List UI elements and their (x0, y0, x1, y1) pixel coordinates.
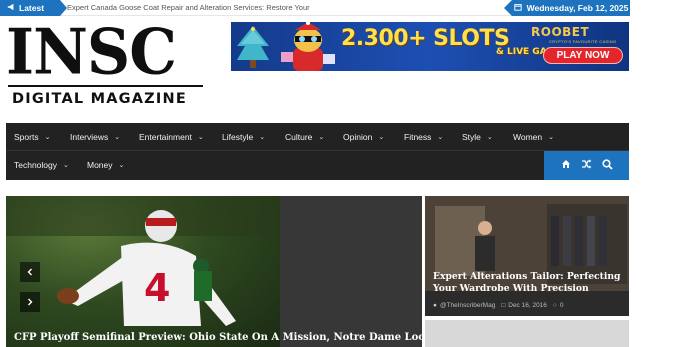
ad-brand-tagline: CRYPTO'S FAVOURITE CASINO (549, 39, 617, 44)
nav-item-style[interactable]: Style ⌄ (462, 123, 493, 151)
ad-promo-text: 2.300+ SLOTS (341, 26, 510, 51)
nav-item-fitness[interactable]: Fitness ⌄ (404, 123, 443, 151)
logo-main-text: INSC (6, 15, 177, 90)
shuffle-icon[interactable] (581, 159, 592, 172)
user-icon: ● (433, 302, 437, 309)
logo-subtitle: DIGITAL MAGAZINE (12, 91, 187, 107)
comments-meta: ○ 0 (553, 302, 564, 309)
author-meta: ● @TheInscriberMag (433, 302, 495, 309)
chevron-down-icon: ⌄ (486, 134, 493, 141)
nav-tools (544, 151, 629, 180)
nav-item-interviews[interactable]: Interviews ⌄ (70, 123, 120, 151)
nav-item-technology[interactable]: Technology ⌄ (14, 151, 69, 179)
side-article-title[interactable]: Expert Alterations Tailor: Perfecting Yo… (433, 271, 623, 295)
chevron-down-icon: ⌄ (548, 134, 555, 141)
comment-count[interactable]: 0 (560, 302, 564, 309)
side-article-meta: ● @TheInscriberMag □ Dec 16, 2016 ○ 0 (433, 302, 563, 309)
nav-item-opinion[interactable]: Opinion ⌄ (343, 123, 384, 151)
search-icon[interactable] (601, 158, 613, 173)
latest-label: Latest (19, 3, 45, 13)
ad-play-now-button[interactable]: PLAY NOW (543, 47, 623, 64)
home-icon[interactable] (561, 159, 571, 172)
nav-item-women[interactable]: Women ⌄ (513, 123, 554, 151)
ad-banner[interactable]: 2.300+ SLOTS & LIVE GAMES ROOBET CRYPTO'… (231, 22, 629, 71)
side-article-card[interactable]: Expert Alterations Tailor: Perfecting Yo… (425, 196, 629, 316)
nav-item-entertainment[interactable]: Entertainment ⌄ (139, 123, 204, 151)
latest-badge: Latest (0, 0, 67, 16)
side-article-card-2[interactable] (425, 320, 629, 347)
nav-item-money[interactable]: Money ⌄ (87, 151, 124, 179)
date-badge: Wednesday, Feb 12, 2025 (504, 0, 630, 16)
nav-item-lifestyle[interactable]: Lifestyle ⌄ (222, 123, 265, 151)
nav-item-sports[interactable]: Sports ⌄ (14, 123, 50, 151)
nav-item-culture[interactable]: Culture ⌄ (285, 123, 324, 151)
news-ticker-link[interactable]: Expert Canada Goose Coat Repair and Alte… (67, 2, 310, 14)
christmas-tree-icon (237, 26, 269, 68)
chevron-down-icon: ⌄ (63, 162, 69, 169)
chevron-down-icon: ⌄ (114, 134, 121, 141)
date-meta: □ Dec 16, 2016 (501, 302, 547, 309)
site-logo[interactable]: INSC DIGITAL MAGAZINE (6, 15, 206, 112)
page: Latest Expert Canada Goose Coat Repair a… (0, 0, 680, 347)
calendar-icon: □ (501, 302, 506, 309)
featured-image-side (280, 196, 422, 347)
top-bar: Latest Expert Canada Goose Coat Repair a… (0, 0, 630, 16)
football-player-illustration: 4 (6, 196, 280, 326)
chevron-down-icon: ⌄ (318, 134, 325, 141)
chevron-down-icon: ⌄ (197, 134, 204, 141)
featured-image: 4 (6, 196, 280, 347)
current-date: Wednesday, Feb 12, 2025 (526, 3, 629, 13)
nav-row-primary: Sports ⌄ Interviews ⌄ Entertainment ⌄ Lifes… (6, 123, 629, 151)
chevron-down-icon: ⌄ (259, 134, 266, 141)
slider-next-button[interactable] (20, 292, 40, 312)
chevron-down-icon: ⌄ (118, 162, 125, 169)
svg-text:4: 4 (144, 266, 170, 310)
calendar-icon (513, 3, 522, 13)
slider-prev-button[interactable] (20, 262, 40, 282)
chevron-down-icon: ⌄ (44, 134, 51, 141)
logo-divider (8, 85, 203, 87)
comment-icon: ○ (552, 302, 557, 309)
featured-slider[interactable]: 4 CFP Playoff Semifinal Preview: Ohio St… (6, 196, 422, 347)
megaphone-icon (7, 3, 15, 13)
article-date: Dec 16, 2016 (508, 302, 547, 309)
chevron-down-icon: ⌄ (437, 134, 444, 141)
featured-headline[interactable]: CFP Playoff Semifinal Preview: Ohio Stat… (14, 332, 422, 343)
ad-brand-name: ROOBET (531, 25, 590, 39)
chevron-down-icon: ⌄ (378, 134, 385, 141)
main-navigation: Sports ⌄ Interviews ⌄ Entertainment ⌄ Lifes… (6, 123, 629, 180)
author-link[interactable]: @TheInscriberMag (440, 302, 495, 309)
mascot-illustration (281, 22, 335, 71)
